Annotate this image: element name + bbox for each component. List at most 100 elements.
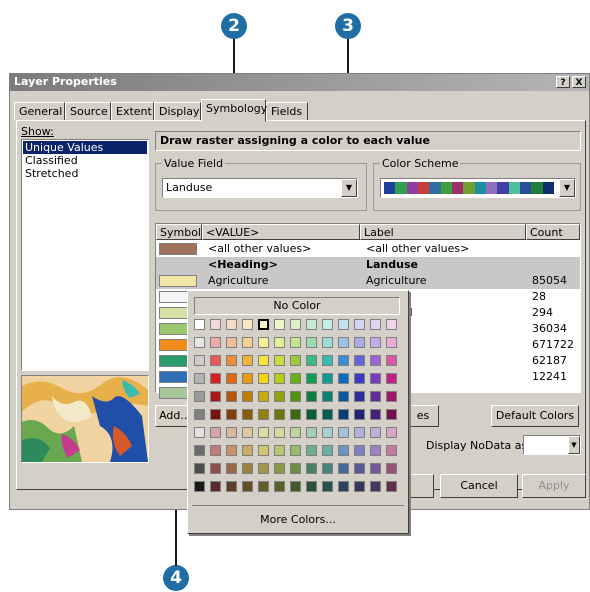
palette-color-swatch[interactable] [210, 391, 221, 402]
palette-color-swatch[interactable] [258, 373, 269, 384]
palette-color-swatch[interactable] [306, 391, 317, 402]
palette-color-swatch[interactable] [354, 391, 365, 402]
palette-color-swatch[interactable] [338, 481, 349, 492]
chevron-down-icon[interactable]: ▼ [568, 436, 580, 454]
color-scheme-dropdown[interactable]: ▼ [380, 178, 576, 198]
palette-color-swatch[interactable] [226, 355, 237, 366]
palette-color-swatch[interactable] [322, 337, 333, 348]
palette-color-swatch[interactable] [226, 337, 237, 348]
value-field-dropdown[interactable]: Landuse ▼ [162, 178, 358, 198]
palette-color-swatch[interactable] [210, 337, 221, 348]
palette-color-swatch[interactable] [274, 481, 285, 492]
palette-color-swatch[interactable] [338, 391, 349, 402]
palette-color-swatch[interactable] [370, 409, 381, 420]
show-item-stretched[interactable]: Stretched [25, 167, 78, 180]
palette-color-swatch[interactable] [194, 319, 205, 330]
col-value[interactable]: <VALUE> [202, 224, 360, 240]
palette-color-swatch[interactable] [242, 319, 253, 330]
palette-color-swatch[interactable] [194, 463, 205, 474]
palette-color-swatch[interactable] [194, 355, 205, 366]
table-row[interactable]: <Heading> Landuse [156, 257, 580, 273]
palette-color-swatch[interactable] [258, 319, 269, 330]
palette-color-swatch[interactable] [242, 445, 253, 456]
palette-color-swatch[interactable] [306, 337, 317, 348]
palette-color-swatch[interactable] [226, 319, 237, 330]
close-button[interactable]: X [572, 76, 586, 88]
palette-color-swatch[interactable] [194, 409, 205, 420]
palette-color-swatch[interactable] [274, 391, 285, 402]
tab-display[interactable]: Display [154, 102, 201, 121]
palette-color-swatch[interactable] [210, 355, 221, 366]
palette-color-swatch[interactable] [194, 445, 205, 456]
palette-color-swatch[interactable] [354, 463, 365, 474]
palette-color-swatch[interactable] [258, 355, 269, 366]
palette-color-swatch[interactable] [274, 373, 285, 384]
palette-color-swatch[interactable] [194, 391, 205, 402]
col-symbol[interactable]: Symbol [156, 224, 202, 240]
palette-color-swatch[interactable] [306, 481, 317, 492]
more-colors-button[interactable]: More Colors... [192, 511, 404, 529]
palette-color-swatch[interactable] [386, 391, 397, 402]
palette-color-swatch[interactable] [210, 319, 221, 330]
col-count[interactable]: Count [526, 224, 580, 240]
palette-color-swatch[interactable] [274, 319, 285, 330]
palette-color-swatch[interactable] [242, 409, 253, 420]
palette-color-swatch[interactable] [322, 445, 333, 456]
palette-color-swatch[interactable] [322, 427, 333, 438]
palette-color-swatch[interactable] [354, 373, 365, 384]
palette-color-swatch[interactable] [386, 427, 397, 438]
palette-color-swatch[interactable] [226, 463, 237, 474]
palette-color-swatch[interactable] [210, 409, 221, 420]
symbol-swatch[interactable] [159, 243, 197, 255]
tab-fields[interactable]: Fields [266, 102, 308, 121]
palette-color-swatch[interactable] [386, 337, 397, 348]
palette-color-swatch[interactable] [322, 463, 333, 474]
palette-color-swatch[interactable] [338, 337, 349, 348]
symbol-swatch[interactable] [159, 275, 197, 287]
palette-color-swatch[interactable] [338, 409, 349, 420]
palette-color-swatch[interactable] [386, 355, 397, 366]
palette-color-swatch[interactable] [274, 337, 285, 348]
palette-color-swatch[interactable] [386, 319, 397, 330]
palette-color-swatch[interactable] [338, 319, 349, 330]
palette-color-swatch[interactable] [306, 463, 317, 474]
palette-color-swatch[interactable] [210, 463, 221, 474]
palette-color-swatch[interactable] [322, 319, 333, 330]
table-row[interactable]: Agriculture Agriculture 85054 [156, 273, 580, 289]
palette-color-swatch[interactable] [258, 445, 269, 456]
tab-general[interactable]: General [14, 102, 65, 121]
palette-color-swatch[interactable] [354, 445, 365, 456]
palette-color-swatch[interactable] [290, 427, 301, 438]
palette-color-swatch[interactable] [354, 409, 365, 420]
show-item-classified[interactable]: Classified [25, 154, 78, 167]
palette-color-swatch[interactable] [370, 427, 381, 438]
tab-symbology[interactable]: Symbology [201, 99, 267, 122]
palette-color-swatch[interactable] [370, 319, 381, 330]
palette-color-swatch[interactable] [338, 373, 349, 384]
palette-color-swatch[interactable] [386, 445, 397, 456]
palette-color-swatch[interactable] [386, 463, 397, 474]
palette-color-swatch[interactable] [242, 427, 253, 438]
palette-color-swatch[interactable] [290, 463, 301, 474]
remove-values-button[interactable]: es [407, 405, 439, 427]
palette-color-swatch[interactable] [274, 409, 285, 420]
palette-color-swatch[interactable] [194, 481, 205, 492]
palette-color-swatch[interactable] [242, 373, 253, 384]
palette-color-swatch[interactable] [354, 337, 365, 348]
palette-color-swatch[interactable] [338, 463, 349, 474]
palette-color-swatch[interactable] [306, 355, 317, 366]
palette-color-swatch[interactable] [242, 391, 253, 402]
palette-color-swatch[interactable] [370, 373, 381, 384]
palette-color-swatch[interactable] [242, 481, 253, 492]
show-item-unique-values[interactable]: Unique Values [23, 141, 147, 154]
no-color-button[interactable]: No Color [194, 297, 400, 315]
palette-color-swatch[interactable] [274, 427, 285, 438]
palette-color-swatch[interactable] [322, 373, 333, 384]
palette-color-swatch[interactable] [226, 373, 237, 384]
nodata-color-dropdown[interactable]: ▼ [523, 435, 581, 455]
palette-color-swatch[interactable] [194, 373, 205, 384]
palette-color-swatch[interactable] [290, 409, 301, 420]
palette-color-swatch[interactable] [274, 355, 285, 366]
palette-color-swatch[interactable] [226, 427, 237, 438]
palette-color-swatch[interactable] [386, 373, 397, 384]
